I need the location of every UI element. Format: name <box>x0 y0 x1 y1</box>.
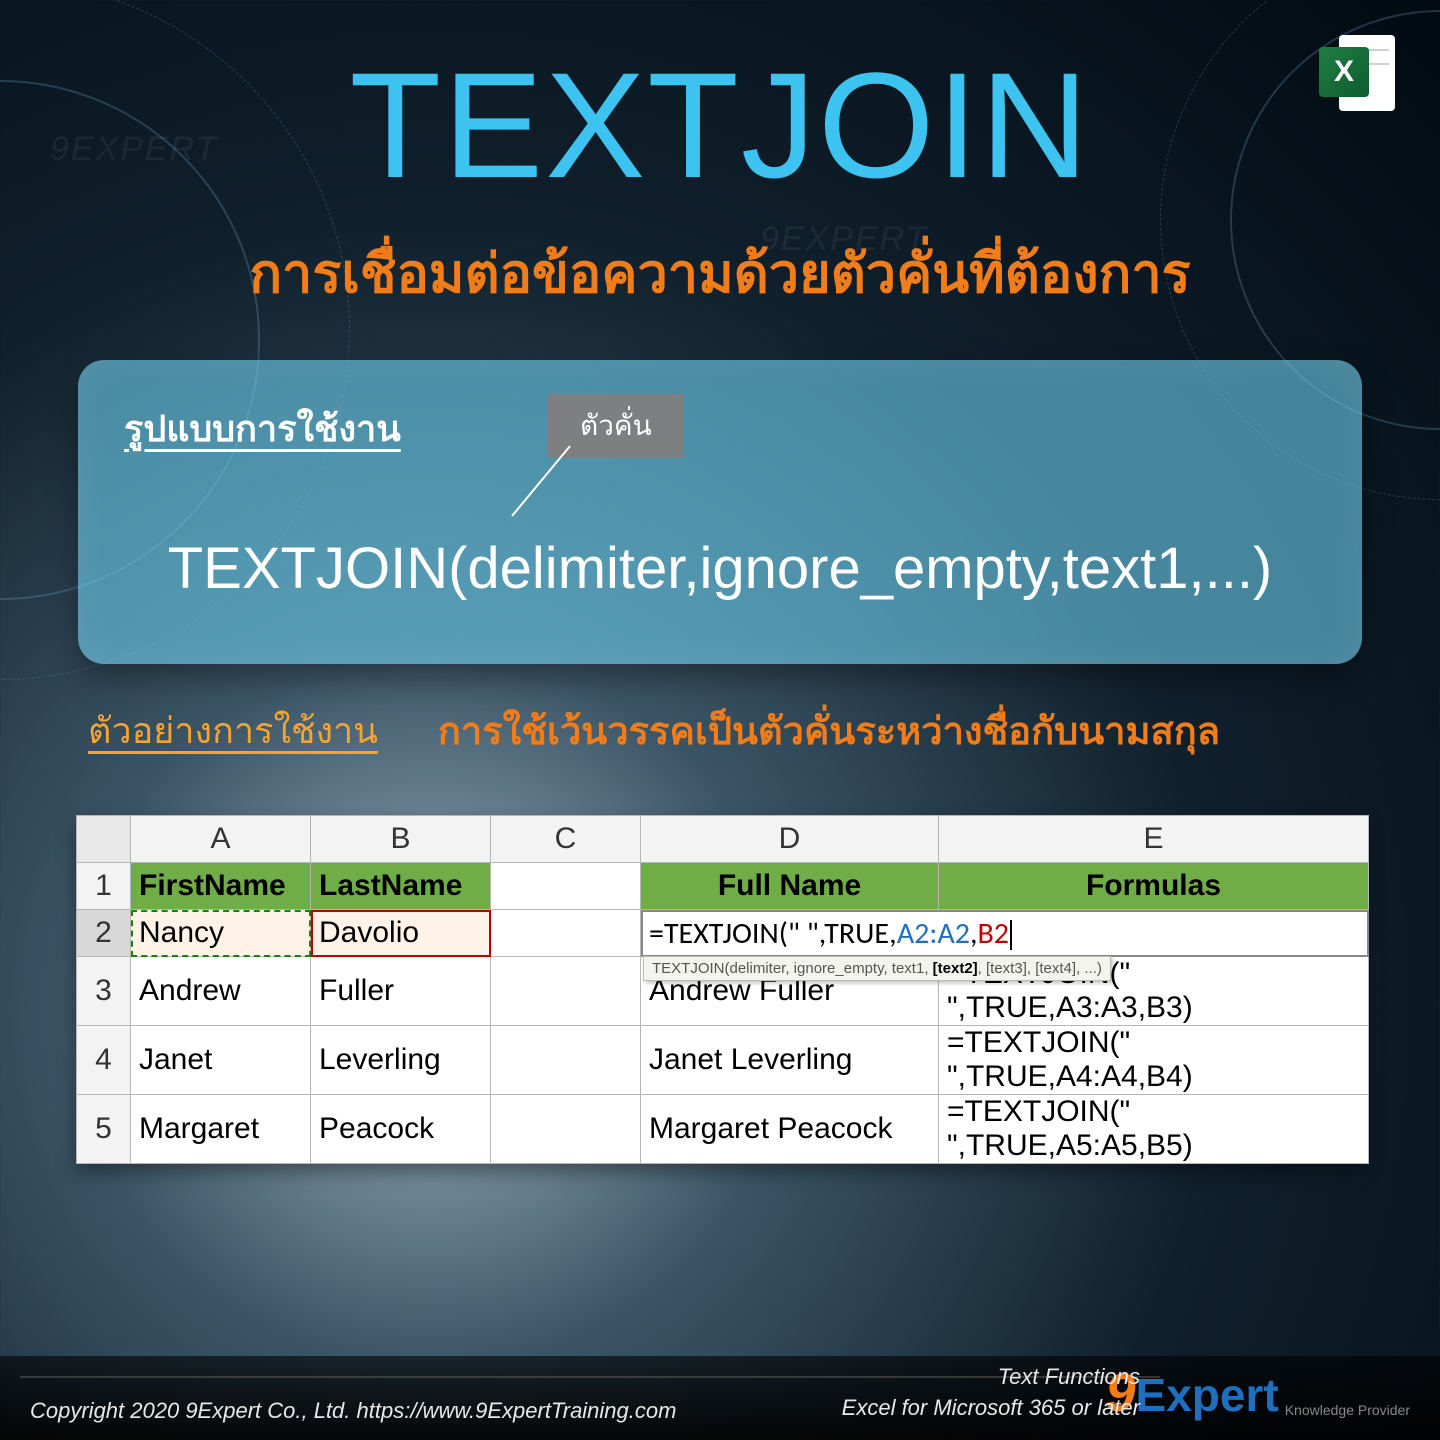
col-header-C[interactable]: C <box>491 816 641 863</box>
function-category: Text Functions <box>842 1362 1140 1393</box>
excel-version: Excel for Microsoft 365 or later <box>842 1393 1140 1424</box>
cell[interactable]: Formulas <box>939 863 1369 910</box>
table-row: 4 Janet Leverling Janet Leverling =TEXTJ… <box>77 1026 1369 1095</box>
cell[interactable]: Janet <box>131 1026 311 1095</box>
col-header-A[interactable]: A <box>131 816 311 863</box>
formula-edit-cell[interactable]: =TEXTJOIN(" ",TRUE,A2:A2,B2 TEXTJOIN(del… <box>641 910 1369 957</box>
formula-tooltip: TEXTJOIN(delimiter, ignore_empty, text1,… <box>643 956 1111 981</box>
page-subtitle: การเชื่อมต่อข้อความด้วยตัวคั่นที่ต้องการ <box>60 230 1380 316</box>
cell[interactable] <box>491 957 641 1026</box>
cell[interactable]: Leverling <box>311 1026 491 1095</box>
formula-ref: A2:A2 <box>897 915 970 952</box>
cell[interactable] <box>491 1095 641 1164</box>
cell[interactable]: Peacock <box>311 1095 491 1164</box>
table-row: 1 FirstName LastName Full Name Formulas <box>77 863 1369 910</box>
footer: Copyright 2020 9Expert Co., Ltd. https:/… <box>0 1356 1440 1440</box>
cell[interactable] <box>491 1026 641 1095</box>
copyright-text: Copyright 2020 9Expert Co., Ltd. https:/… <box>30 1398 676 1424</box>
cell[interactable]: Fuller <box>311 957 491 1026</box>
text-caret <box>1010 920 1012 950</box>
brand-logo: 9 Expert Knowledge Provider <box>1105 1362 1410 1424</box>
cell[interactable]: Davolio <box>311 910 491 957</box>
cell[interactable]: LastName <box>311 863 491 910</box>
callout-line <box>512 446 572 516</box>
col-header-D[interactable]: D <box>641 816 939 863</box>
row-header[interactable]: 2 <box>77 910 131 957</box>
cell[interactable]: Margaret <box>131 1095 311 1164</box>
syntax-card: รูปแบบการใช้งาน ตัวคั่น TEXTJOIN(delimit… <box>78 360 1362 664</box>
row-header[interactable]: 3 <box>77 957 131 1026</box>
spreadsheet: A B C D E 1 FirstName LastName Full Name… <box>76 815 1364 1164</box>
footer-meta: Text Functions Excel for Microsoft 365 o… <box>842 1362 1140 1424</box>
cell[interactable]: Margaret Peacock <box>641 1095 939 1164</box>
select-all-corner[interactable] <box>77 816 131 863</box>
row-header[interactable]: 1 <box>77 863 131 910</box>
cell[interactable]: FirstName <box>131 863 311 910</box>
logo-tagline: Knowledge Provider <box>1285 1402 1410 1418</box>
cell[interactable] <box>491 863 641 910</box>
formula-ref: B2 <box>977 915 1009 952</box>
cell[interactable]: Nancy <box>131 910 311 957</box>
cell[interactable]: Andrew <box>131 957 311 1026</box>
col-header-B[interactable]: B <box>311 816 491 863</box>
cell[interactable]: Full Name <box>641 863 939 910</box>
cell[interactable]: =TEXTJOIN(" ",TRUE,A5:A5,B5) <box>939 1095 1369 1164</box>
col-header-E[interactable]: E <box>939 816 1369 863</box>
cell[interactable] <box>491 910 641 957</box>
row-header[interactable]: 4 <box>77 1026 131 1095</box>
page-title: TEXTJOIN <box>60 50 1380 200</box>
syntax-formula: TEXTJOIN(delimiter,ignore_empty,text1,..… <box>124 535 1316 602</box>
cell[interactable]: Janet Leverling <box>641 1026 939 1095</box>
example-label: ตัวอย่างการใช้งาน <box>88 702 378 759</box>
row-header[interactable]: 5 <box>77 1095 131 1164</box>
table-row: 5 Margaret Peacock Margaret Peacock =TEX… <box>77 1095 1369 1164</box>
syntax-heading: รูปแบบการใช้งาน <box>124 400 1316 457</box>
formula-text: =TEXTJOIN(" ",TRUE, <box>649 915 897 952</box>
column-header-row: A B C D E <box>77 816 1369 863</box>
cell[interactable]: =TEXTJOIN(" ",TRUE,A4:A4,B4) <box>939 1026 1369 1095</box>
table-row: 2 Nancy Davolio =TEXTJOIN(" ",TRUE,A2:A2… <box>77 910 1369 957</box>
logo-text: Expert <box>1136 1368 1279 1422</box>
example-description: การใช้เว้นวรรคเป็นตัวคั่นระหว่างชื่อกับน… <box>438 700 1220 761</box>
